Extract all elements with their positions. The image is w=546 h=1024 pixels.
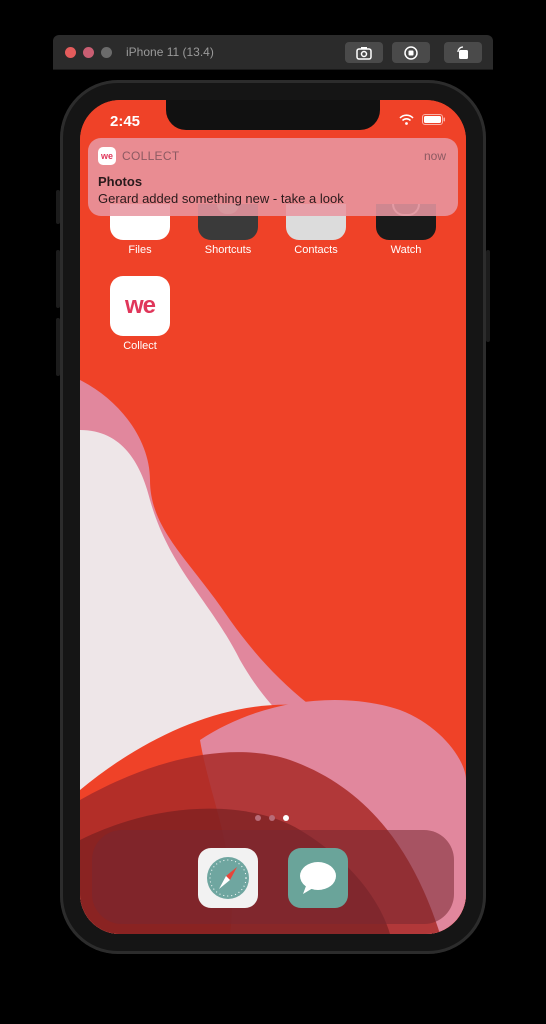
dock (92, 830, 454, 924)
collect-icon: we (110, 276, 170, 336)
notification-banner[interactable]: we COLLECT now Photos Gerard added somet… (88, 138, 458, 216)
volume-up-button (56, 250, 60, 308)
window-zoom-button[interactable] (101, 47, 112, 58)
notification-app-name: COLLECT (122, 149, 180, 163)
notification-body: Gerard added something new - take a look (98, 191, 344, 206)
notification-time: now (423, 149, 446, 163)
collect-logo-small: we (100, 151, 113, 161)
battery-icon (422, 114, 445, 125)
side-button (486, 250, 490, 342)
mute-switch (56, 190, 60, 224)
status-time: 2:45 (110, 113, 141, 130)
app-label: Contacts (294, 244, 338, 256)
window-minimize-button[interactable] (83, 47, 94, 58)
status-icons (399, 114, 446, 125)
page-indicator[interactable] (255, 815, 289, 821)
messages-app[interactable] (288, 848, 348, 908)
notification-title: Photos (98, 174, 143, 189)
volume-down-button (56, 318, 60, 376)
app-label: Watch (390, 244, 422, 256)
window-close-button[interactable] (65, 47, 76, 58)
home-screen: 2:45 Files Shortcuts Contacts Watch we C… (80, 100, 466, 934)
page-dot (269, 815, 275, 821)
app-label: Shortcuts (204, 244, 252, 256)
rotate-icon (457, 45, 468, 59)
screenshot-button[interactable] (345, 42, 383, 63)
simulator-title: iPhone 11 (13.4) (126, 45, 214, 59)
rotate-button[interactable] (444, 42, 482, 63)
collect-app-icon: we (98, 147, 116, 165)
notch (166, 100, 380, 130)
messages-icon (300, 862, 336, 894)
home-icon (404, 45, 418, 60)
app-label: Files (128, 244, 152, 256)
app-collect[interactable]: we Collect (110, 276, 170, 352)
safari-app[interactable] (198, 848, 258, 908)
home-button[interactable] (392, 42, 430, 63)
simulator-toolbar: iPhone 11 (13.4) (53, 35, 493, 70)
safari-icon (207, 857, 249, 899)
page-dot-active (283, 815, 289, 821)
wifi-icon (399, 114, 414, 125)
app-label: Collect (123, 340, 157, 352)
page-dot (255, 815, 261, 821)
screenshot-icon (356, 46, 372, 60)
collect-logo: we (124, 292, 156, 319)
